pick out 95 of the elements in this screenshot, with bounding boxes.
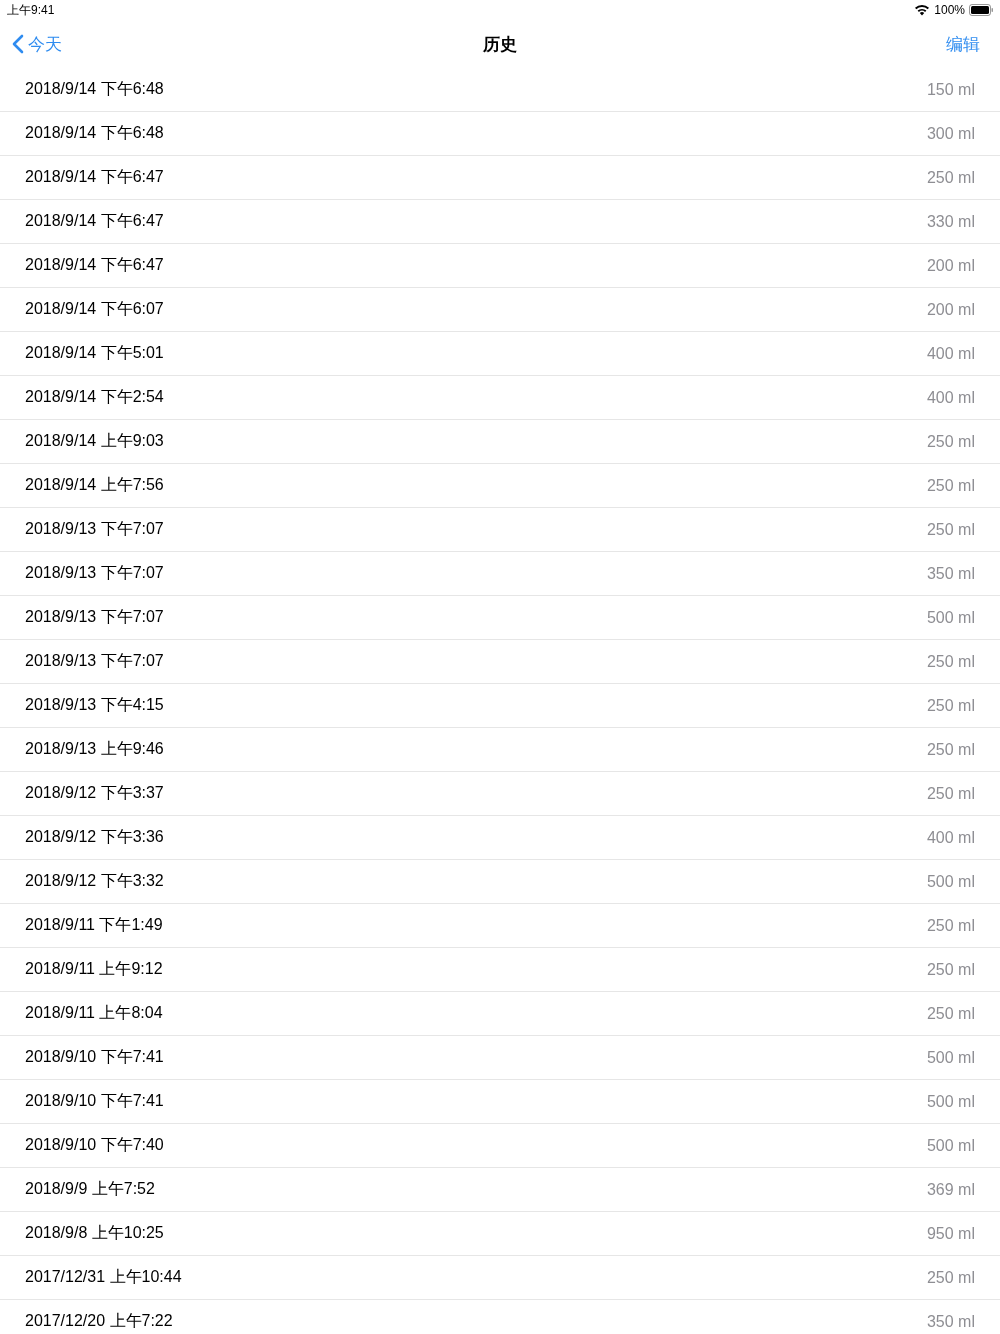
- entry-date: 2018/9/14 上午7:56: [25, 475, 164, 495]
- battery-icon: [969, 4, 994, 16]
- history-row[interactable]: 2018/9/10 下午7:41 500 ml: [0, 1080, 1000, 1124]
- history-row[interactable]: 2018/9/14 下午6:47 200 ml: [0, 244, 1000, 288]
- back-chevron-icon: [12, 34, 24, 54]
- history-row[interactable]: 2018/9/10 下午7:41 500 ml: [0, 1036, 1000, 1080]
- history-row[interactable]: 2018/9/14 上午7:56 250 ml: [0, 464, 1000, 508]
- history-row[interactable]: 2018/9/13 下午7:07 250 ml: [0, 640, 1000, 684]
- entry-date: 2018/9/14 上午9:03: [25, 431, 164, 451]
- entry-date: 2018/9/11 上午8:04: [25, 1003, 163, 1023]
- entry-amount: 500 ml: [926, 608, 975, 627]
- entry-date: 2018/9/10 下午7:41: [25, 1047, 164, 1067]
- history-row[interactable]: 2018/9/14 下午6:48 300 ml: [0, 112, 1000, 156]
- entry-amount: 500 ml: [926, 1136, 975, 1155]
- history-row[interactable]: 2018/9/10 下午7:40 500 ml: [0, 1124, 1000, 1168]
- entry-amount: 250 ml: [926, 520, 975, 539]
- entry-date: 2018/9/13 下午7:07: [25, 607, 164, 627]
- nav-title: 历史: [483, 33, 517, 56]
- history-row[interactable]: 2018/9/11 下午1:49 250 ml: [0, 904, 1000, 948]
- entry-amount: 250 ml: [926, 696, 975, 715]
- entry-amount: 500 ml: [926, 872, 975, 891]
- entry-date: 2018/9/12 下午3:36: [25, 827, 164, 847]
- history-row[interactable]: 2018/9/14 下午6:47 330 ml: [0, 200, 1000, 244]
- history-row[interactable]: 2018/9/12 下午3:32 500 ml: [0, 860, 1000, 904]
- entry-amount: 400 ml: [926, 344, 975, 363]
- entry-date: 2018/9/14 下午2:54: [25, 387, 164, 407]
- entry-amount: 250 ml: [926, 652, 975, 671]
- history-row[interactable]: 2018/9/13 下午7:07 350 ml: [0, 552, 1000, 596]
- entry-date: 2018/9/8 上午10:25: [25, 1223, 164, 1243]
- entry-amount: 330 ml: [926, 212, 975, 231]
- entry-amount: 250 ml: [926, 960, 975, 979]
- back-button[interactable]: 今天: [12, 32, 62, 56]
- entry-date: 2018/9/14 下午6:07: [25, 299, 164, 319]
- entry-date: 2018/9/12 下午3:32: [25, 871, 164, 891]
- entry-date: 2018/9/9 上午7:52: [25, 1179, 155, 1199]
- history-row[interactable]: 2018/9/13 上午9:46 250 ml: [0, 728, 1000, 772]
- history-row[interactable]: 2018/9/14 上午9:03 250 ml: [0, 420, 1000, 464]
- entry-date: 2018/9/13 下午4:15: [25, 695, 164, 715]
- entry-amount: 369 ml: [926, 1180, 975, 1199]
- entry-amount: 250 ml: [926, 1004, 975, 1023]
- history-row[interactable]: 2018/9/14 下午5:01 400 ml: [0, 332, 1000, 376]
- edit-button[interactable]: 编辑: [946, 32, 980, 56]
- entry-date: 2018/9/14 下午5:01: [25, 343, 164, 363]
- status-time: 上午9:41: [7, 1, 55, 19]
- history-row[interactable]: 2018/9/13 下午4:15 250 ml: [0, 684, 1000, 728]
- entry-date: 2018/9/14 下午6:48: [25, 79, 164, 99]
- entry-amount: 500 ml: [926, 1092, 975, 1111]
- entry-amount: 150 ml: [926, 80, 975, 99]
- entry-date: 2018/9/13 下午7:07: [25, 519, 164, 539]
- history-row[interactable]: 2018/9/13 下午7:07 250 ml: [0, 508, 1000, 552]
- history-row[interactable]: 2018/9/14 下午6:07 200 ml: [0, 288, 1000, 332]
- entry-amount: 250 ml: [926, 1268, 975, 1287]
- entry-amount: 200 ml: [926, 300, 975, 319]
- entry-amount: 500 ml: [926, 1048, 975, 1067]
- entry-amount: 350 ml: [926, 564, 975, 583]
- history-row[interactable]: 2018/9/12 下午3:36 400 ml: [0, 816, 1000, 860]
- entry-date: 2018/9/10 下午7:41: [25, 1091, 164, 1111]
- entry-amount: 200 ml: [926, 256, 975, 275]
- entry-amount: 400 ml: [926, 388, 975, 407]
- entry-amount: 250 ml: [926, 916, 975, 935]
- entry-date: 2018/9/14 下午6:47: [25, 167, 164, 187]
- entry-amount: 250 ml: [926, 476, 975, 495]
- entry-amount: 300 ml: [926, 124, 975, 143]
- entry-amount: 350 ml: [926, 1312, 975, 1331]
- entry-date: 2018/9/11 上午9:12: [25, 959, 163, 979]
- history-row[interactable]: 2018/9/14 下午2:54 400 ml: [0, 376, 1000, 420]
- entry-date: 2018/9/14 下午6:47: [25, 211, 164, 231]
- entry-amount: 400 ml: [926, 828, 975, 847]
- history-row[interactable]: 2017/12/31 上午10:44 250 ml: [0, 1256, 1000, 1300]
- entry-date: 2018/9/12 下午3:37: [25, 783, 164, 803]
- entry-date: 2018/9/11 下午1:49: [25, 915, 163, 935]
- history-row[interactable]: 2018/9/12 下午3:37 250 ml: [0, 772, 1000, 816]
- history-row[interactable]: 2017/12/20 上午7:22 350 ml: [0, 1300, 1000, 1334]
- entry-date: 2018/9/10 下午7:40: [25, 1135, 164, 1155]
- wifi-icon: [914, 4, 931, 16]
- history-row[interactable]: 2018/9/11 上午8:04 250 ml: [0, 992, 1000, 1036]
- entry-amount: 250 ml: [926, 432, 975, 451]
- entry-date: 2017/12/31 上午10:44: [25, 1267, 182, 1287]
- entry-date: 2018/9/13 下午7:07: [25, 651, 164, 671]
- entry-amount: 950 ml: [926, 1224, 975, 1243]
- history-row[interactable]: 2018/9/8 上午10:25 950 ml: [0, 1212, 1000, 1256]
- entry-date: 2018/9/14 下午6:48: [25, 123, 164, 143]
- history-row[interactable]: 2018/9/13 下午7:07 500 ml: [0, 596, 1000, 640]
- history-row[interactable]: 2018/9/11 上午9:12 250 ml: [0, 948, 1000, 992]
- entry-amount: 250 ml: [926, 784, 975, 803]
- entry-date: 2018/9/14 下午6:47: [25, 255, 164, 275]
- entry-amount: 250 ml: [926, 168, 975, 187]
- entry-date: 2017/12/20 上午7:22: [25, 1311, 173, 1331]
- history-row[interactable]: 2018/9/14 下午6:47 250 ml: [0, 156, 1000, 200]
- battery-percentage: 100%: [934, 3, 965, 17]
- entry-amount: 250 ml: [926, 740, 975, 759]
- history-row[interactable]: 2018/9/14 下午6:48 150 ml: [0, 68, 1000, 112]
- entry-date: 2018/9/13 上午9:46: [25, 739, 164, 759]
- entry-date: 2018/9/13 下午7:07: [25, 563, 164, 583]
- history-row[interactable]: 2018/9/9 上午7:52 369 ml: [0, 1168, 1000, 1212]
